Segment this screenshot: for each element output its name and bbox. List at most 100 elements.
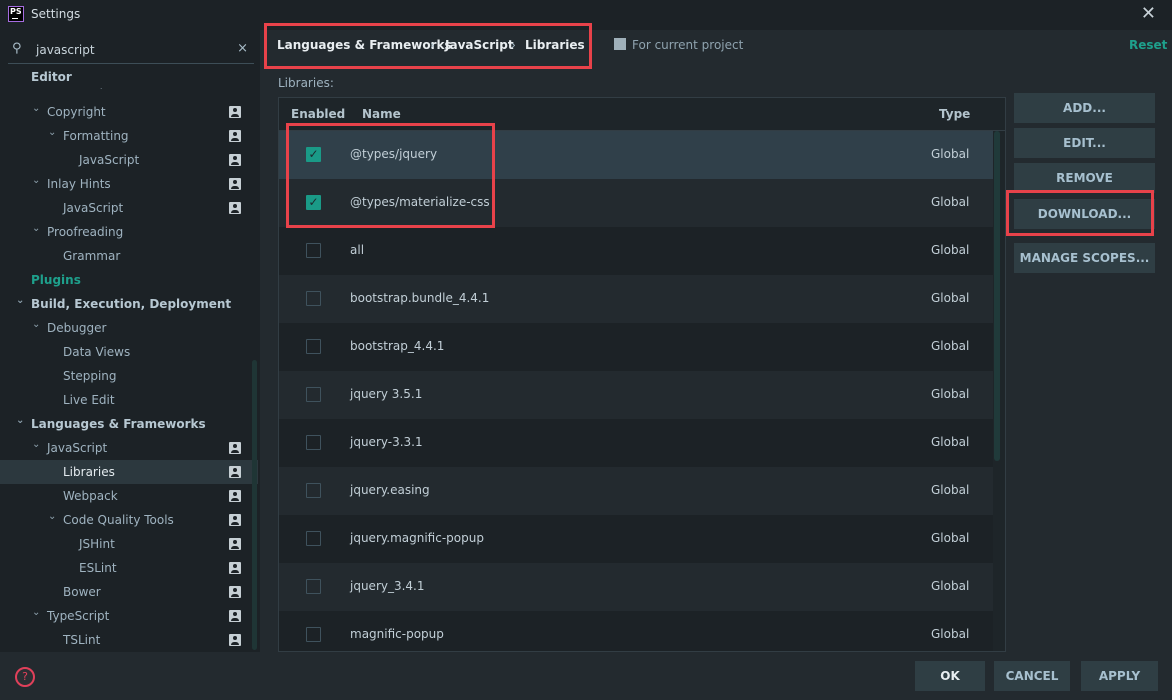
reset-link[interactable]: Reset <box>1129 38 1167 52</box>
edit-button[interactable]: EDIT... <box>1014 128 1155 158</box>
tree-item[interactable]: Data Views <box>0 340 258 364</box>
tree-item[interactable]: ⌄ Formatting <box>0 124 258 148</box>
manage-scopes-button[interactable]: MANAGE SCOPES... <box>1014 243 1155 273</box>
breadcrumb-separator: › <box>430 38 435 52</box>
tree-item[interactable]: ⌄ Code Quality Tools <box>0 508 258 532</box>
enabled-checkbox[interactable] <box>306 627 321 642</box>
library-type: Global <box>931 435 970 449</box>
help-icon[interactable]: ? <box>15 667 35 687</box>
table-row[interactable]: jquery.magnific-popup Global <box>279 515 993 563</box>
chevron-down-icon[interactable]: ⌄ <box>16 289 24 313</box>
library-type: Global <box>931 291 970 305</box>
table-row[interactable]: jquery-3.3.1 Global <box>279 419 993 467</box>
column-header-enabled[interactable]: Enabled <box>291 107 345 121</box>
tree-item[interactable]: ⌄ Inlay Hints <box>0 172 258 196</box>
search-input[interactable]: javascript <box>36 43 95 57</box>
settings-tree: ⚲ javascript × Live Templates⌄Copyright⌄… <box>0 30 260 652</box>
table-row[interactable]: all Global <box>279 227 993 275</box>
tree-item[interactable]: Live Edit <box>0 388 258 412</box>
tree-item[interactable]: ⌄ Debugger <box>0 316 258 340</box>
enabled-checkbox[interactable] <box>306 435 321 450</box>
add-button[interactable]: ADD... <box>1014 93 1155 123</box>
table-row[interactable]: magnific-popup Global <box>279 611 993 651</box>
tree-item-label: Bower <box>63 585 101 599</box>
apply-button[interactable]: APPLY <box>1081 661 1158 691</box>
enabled-checkbox[interactable] <box>306 387 321 402</box>
chevron-down-icon[interactable]: ⌄ <box>32 97 40 121</box>
tree-item-label: TypeScript <box>47 609 110 623</box>
chevron-down-icon[interactable]: ⌄ <box>48 121 56 145</box>
table-row[interactable]: jquery_3.4.1 Global <box>279 563 993 611</box>
tree-item-label: ESLint <box>79 561 117 575</box>
library-name: bootstrap.bundle_4.4.1 <box>350 291 490 305</box>
chevron-down-icon[interactable]: ⌄ <box>32 433 40 457</box>
library-type: Global <box>931 387 970 401</box>
tree-item[interactable]: ESLint <box>0 556 258 580</box>
chevron-down-icon[interactable]: ⌄ <box>32 169 40 193</box>
chevron-down-icon[interactable]: ⌄ <box>32 217 40 241</box>
chevron-down-icon[interactable]: ⌄ <box>32 313 40 337</box>
chevron-down-icon[interactable]: ⌄ <box>48 505 56 529</box>
tree-item[interactable]: ⌄ Copyright <box>0 100 258 124</box>
tree-item[interactable]: Plugins <box>0 268 258 292</box>
table-scrollbar[interactable] <box>994 131 1000 461</box>
search-field[interactable]: ⚲ javascript × <box>8 38 254 64</box>
library-type: Global <box>931 195 970 209</box>
remove-button[interactable]: REMOVE <box>1014 163 1155 193</box>
breadcrumb-separator: › <box>511 38 516 52</box>
library-name: jquery_3.4.1 <box>350 579 425 593</box>
project-scope-icon <box>229 538 241 550</box>
library-type: Global <box>931 339 970 353</box>
enabled-checkbox[interactable] <box>306 531 321 546</box>
enabled-checkbox[interactable] <box>306 579 321 594</box>
library-type: Global <box>931 579 970 593</box>
column-header-name[interactable]: Name <box>362 107 401 121</box>
chevron-down-icon[interactable]: ⌄ <box>32 601 40 625</box>
enabled-checkbox[interactable] <box>306 339 321 354</box>
breadcrumb-item[interactable]: Languages & Frameworks <box>277 38 452 52</box>
enabled-checkbox[interactable] <box>306 291 321 306</box>
library-name: jquery-3.3.1 <box>350 435 423 449</box>
tree-item[interactable]: Webpack <box>0 484 258 508</box>
enabled-checkbox[interactable] <box>306 483 321 498</box>
close-icon[interactable]: ✕ <box>1141 3 1156 24</box>
enabled-checkbox[interactable] <box>306 243 321 258</box>
chevron-down-icon[interactable]: ⌄ <box>16 409 24 433</box>
tree-item[interactable]: Stepping <box>0 364 258 388</box>
library-name: magnific-popup <box>350 627 444 641</box>
tree-item[interactable]: ⌄ JavaScript <box>0 436 258 460</box>
table-row[interactable]: bootstrap.bundle_4.4.1 Global <box>279 275 993 323</box>
project-scope-icon <box>229 106 241 118</box>
tree-item-label: Live Edit <box>63 393 115 407</box>
library-type: Global <box>931 243 970 257</box>
table-row[interactable]: jquery.easing Global <box>279 467 993 515</box>
tree-item-label: Webpack <box>63 489 118 503</box>
tree-item[interactable]: JSHint <box>0 532 258 556</box>
cancel-button[interactable]: CANCEL <box>994 661 1070 691</box>
tree-item[interactable]: TSLint <box>0 628 258 652</box>
scope-indicator: For current project <box>614 38 743 52</box>
ok-button[interactable]: OK <box>915 661 985 691</box>
column-header-type[interactable]: Type <box>939 107 970 121</box>
breadcrumb-item[interactable]: JavaScript <box>445 38 514 52</box>
tree-item-label: Build, Execution, Deployment <box>31 297 232 311</box>
library-name: bootstrap_4.4.1 <box>350 339 445 353</box>
scope-label: For current project <box>632 38 744 52</box>
project-scope-icon <box>229 586 241 598</box>
project-scope-icon <box>229 490 241 502</box>
tree-item[interactable]: Grammar <box>0 244 258 268</box>
project-icon <box>614 38 626 50</box>
tree-item[interactable]: ⌄ Proofreading <box>0 220 258 244</box>
table-row[interactable]: jquery 3.5.1 Global <box>279 371 993 419</box>
tree-item-label: Languages & Frameworks <box>31 417 206 431</box>
clear-search-icon[interactable]: × <box>237 41 248 56</box>
library-name: jquery.magnific-popup <box>350 531 484 545</box>
breadcrumb-item: Libraries <box>525 38 585 52</box>
project-scope-icon <box>229 514 241 526</box>
tree-item-label: Code Quality Tools <box>63 513 174 527</box>
table-row[interactable]: bootstrap_4.4.1 Global <box>279 323 993 371</box>
tree-item[interactable]: Libraries <box>0 460 258 484</box>
tree-item[interactable]: ⌄ TypeScript <box>0 604 258 628</box>
sidebar-scrollbar[interactable] <box>252 360 257 650</box>
search-icon: ⚲ <box>12 41 22 56</box>
